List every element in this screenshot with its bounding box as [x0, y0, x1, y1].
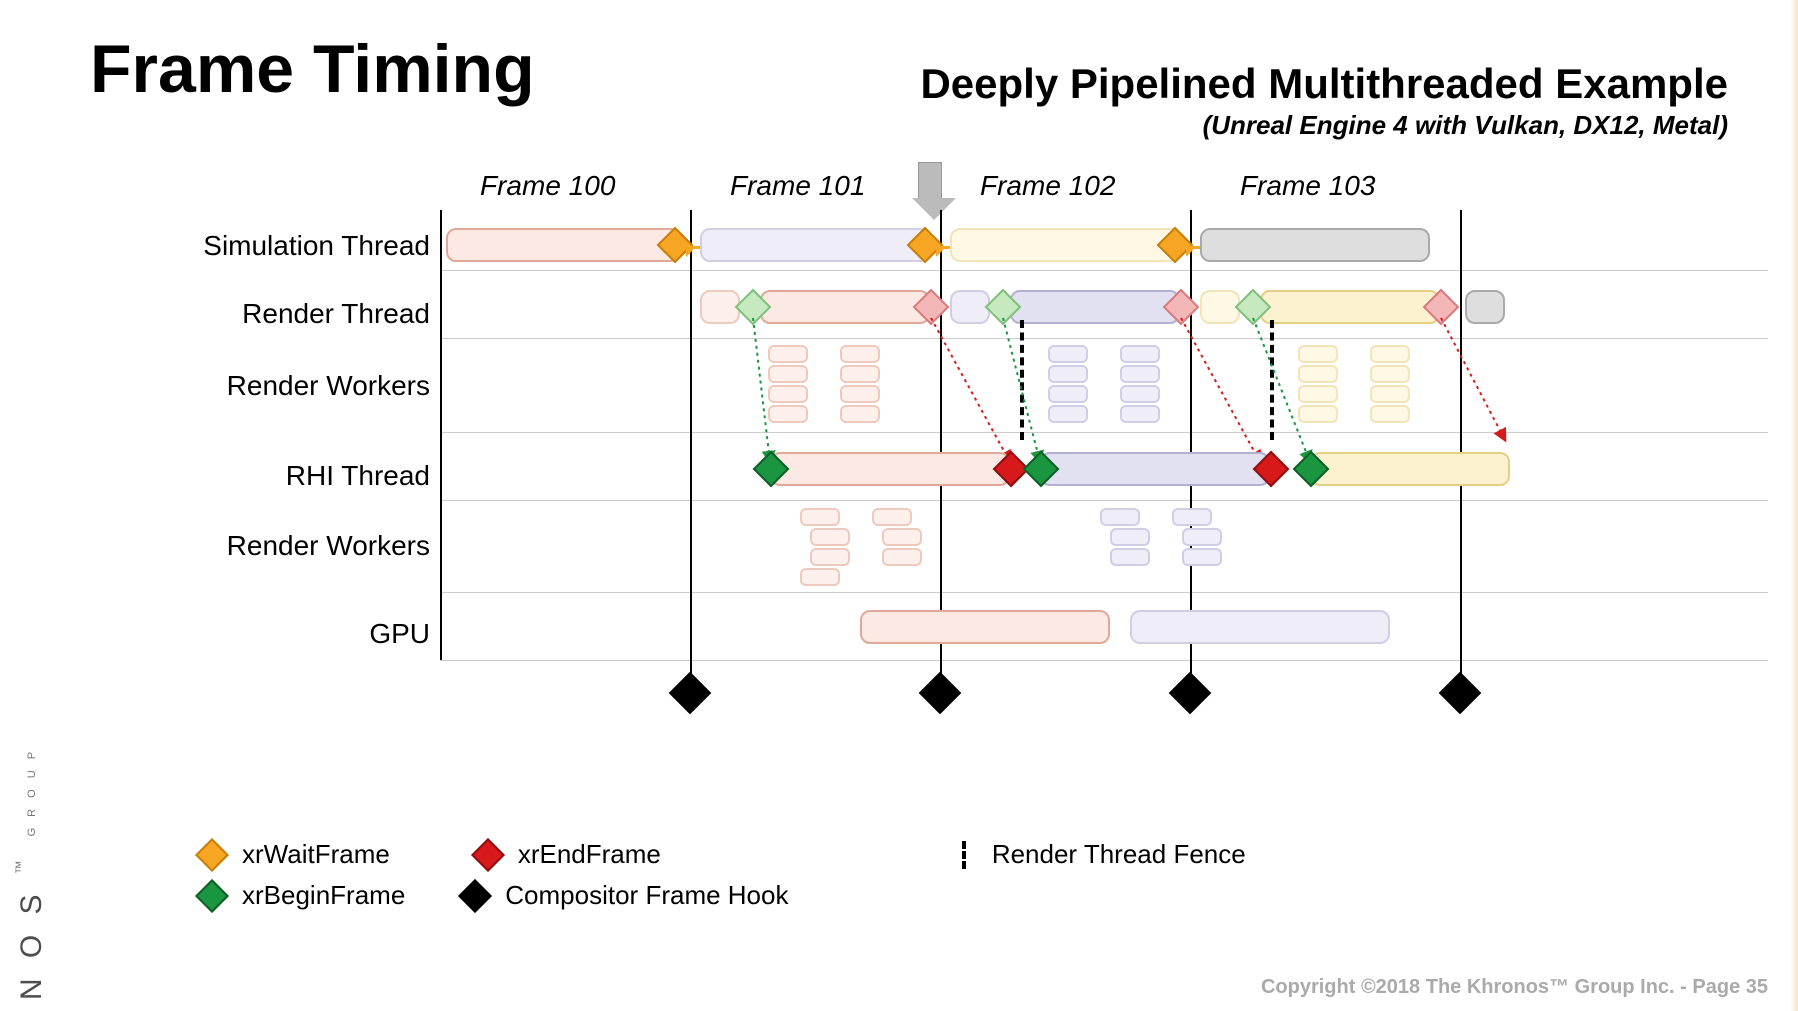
- row-label-workers1: Render Workers: [160, 370, 440, 402]
- render-fence-icon: [962, 841, 966, 869]
- worker-task: [840, 345, 880, 363]
- rhi-bar-f100: [770, 452, 1010, 486]
- worker-task: [1182, 528, 1222, 546]
- legend-fence: Render Thread Fence: [992, 839, 1246, 870]
- frame-label-103: Frame 103: [1240, 170, 1375, 202]
- brand-name-part2: N O S: [16, 888, 50, 1000]
- copyright-text: Copyright ©2018 The Khronos™ Group Inc. …: [1261, 976, 1768, 999]
- frame-label-101: Frame 101: [730, 170, 865, 202]
- arrow-icon: [932, 246, 950, 249]
- worker-task: [872, 508, 912, 526]
- timeline-chart: Frame 100 Frame 101 Frame 102 Frame 103 …: [160, 170, 1768, 730]
- arrow-icon: [682, 246, 700, 249]
- worker-task: [1110, 548, 1150, 566]
- compositor-hook-icon: [669, 672, 711, 714]
- legend: xrWaitFrame xrEndFrame Render Thread Fen…: [200, 839, 1246, 921]
- row-label-render: Render Thread: [160, 298, 440, 330]
- frame-label-102: Frame 102: [980, 170, 1115, 202]
- sim-bar-f102: [950, 228, 1180, 262]
- render-fence-icon: [1020, 320, 1024, 440]
- render-prep-f103: [1465, 290, 1505, 324]
- worker-task: [810, 528, 850, 546]
- worker-task: [1048, 405, 1088, 423]
- worker-task: [1120, 345, 1160, 363]
- compositor-hook-icon: [1439, 672, 1481, 714]
- xrendframe-icon: [471, 838, 505, 872]
- worker-task: [1298, 385, 1338, 403]
- sim-bar-f103: [1200, 228, 1430, 262]
- worker-task: [768, 385, 808, 403]
- arrow-icon: [1182, 246, 1200, 249]
- worker-task: [1298, 405, 1338, 423]
- legend-hook: Compositor Frame Hook: [505, 880, 788, 911]
- legend-wait: xrWaitFrame: [242, 839, 390, 870]
- render-bar-f102: [1260, 290, 1440, 324]
- worker-task: [810, 548, 850, 566]
- worker-task: [768, 365, 808, 383]
- worker-task: [1298, 365, 1338, 383]
- worker-task: [1110, 528, 1150, 546]
- row-label-sim: Simulation Thread: [160, 230, 440, 262]
- brand-sidebar: K H R N O S ™ G R O U P: [0, 0, 65, 1011]
- worker-task: [1182, 548, 1222, 566]
- worker-task: [1120, 365, 1160, 383]
- worker-task: [840, 385, 880, 403]
- worker-task: [1120, 385, 1160, 403]
- worker-task: [1298, 345, 1338, 363]
- rhi-bar-f102: [1310, 452, 1510, 486]
- worker-task: [1048, 385, 1088, 403]
- worker-task: [1172, 508, 1212, 526]
- worker-task: [1100, 508, 1140, 526]
- worker-task: [840, 405, 880, 423]
- worker-task: [768, 405, 808, 423]
- render-bar-f100: [760, 290, 930, 324]
- compositor-hook-icon: [1169, 672, 1211, 714]
- edge-gradient: [1790, 0, 1798, 1011]
- worker-task: [1370, 365, 1410, 383]
- row-label-workers2: Render Workers: [160, 530, 440, 562]
- page-subtitle: Deeply Pipelined Multithreaded Example: [920, 60, 1728, 108]
- row-label-rhi: RHI Thread: [160, 460, 440, 492]
- legend-end: xrEndFrame: [518, 839, 698, 870]
- xrbeginframe-icon: [195, 879, 229, 913]
- worker-task: [768, 345, 808, 363]
- worker-task: [1370, 385, 1410, 403]
- rhi-bar-f101: [1040, 452, 1270, 486]
- sim-bar-f101: [700, 228, 930, 262]
- xrwaitframe-icon: [195, 838, 229, 872]
- frame-label-100: Frame 100: [480, 170, 615, 202]
- worker-task: [882, 548, 922, 566]
- gpu-bar-f101: [1130, 610, 1390, 644]
- worker-task: [840, 365, 880, 383]
- worker-task: [882, 528, 922, 546]
- render-bar-f101: [1010, 290, 1180, 324]
- worker-task: [1370, 405, 1410, 423]
- worker-task: [1048, 365, 1088, 383]
- worker-task: [1120, 405, 1160, 423]
- brand-tm: ™: [13, 860, 29, 874]
- legend-begin: xrBeginFrame: [242, 880, 405, 911]
- page-subtitle-detail: (Unreal Engine 4 with Vulkan, DX12, Meta…: [920, 110, 1728, 141]
- worker-task: [800, 508, 840, 526]
- row-label-gpu: GPU: [160, 618, 440, 650]
- sim-bar-f100: [446, 228, 680, 262]
- render-fence-icon: [1270, 320, 1274, 440]
- brand-sublabel: G R O U P: [27, 748, 39, 837]
- compositor-hook-icon: [919, 672, 961, 714]
- gpu-bar-f100: [860, 610, 1110, 644]
- compositor-hook-icon: [458, 879, 492, 913]
- worker-task: [800, 568, 840, 586]
- worker-task: [1048, 345, 1088, 363]
- worker-task: [1370, 345, 1410, 363]
